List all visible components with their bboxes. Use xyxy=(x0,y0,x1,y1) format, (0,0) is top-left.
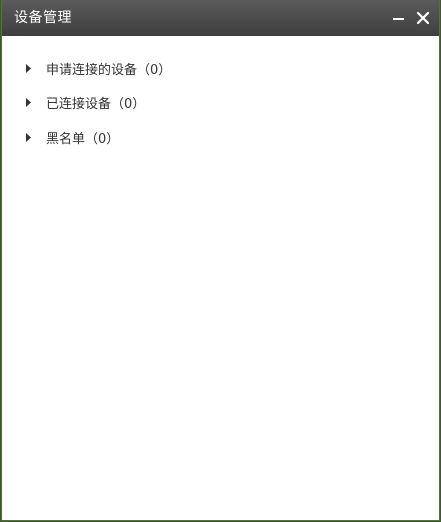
tree-item-connected-devices[interactable]: 已连接设备（0） xyxy=(26,92,145,112)
minimize-icon xyxy=(393,18,404,20)
close-button[interactable] xyxy=(413,8,433,28)
tree-item-label: 申请连接的设备（0） xyxy=(46,62,172,78)
tree-item-pending-devices[interactable]: 申请连接的设备（0） xyxy=(26,58,171,78)
title-bar[interactable]: 设备管理 xyxy=(2,0,439,36)
minimize-button[interactable] xyxy=(389,8,409,28)
tree-item-label: 黑名单（0） xyxy=(46,131,120,147)
close-icon xyxy=(416,11,430,25)
tree-item-blacklist[interactable]: 黑名单（0） xyxy=(26,127,119,147)
tree-item-label: 已连接设备（0） xyxy=(46,96,146,112)
caret-right-icon[interactable] xyxy=(26,58,36,78)
caret-right-icon[interactable] xyxy=(26,92,36,112)
device-manager-window: 设备管理 申请连接的设备（0） 已连接设备（0） 黑名单（0） xyxy=(1,0,440,521)
caret-right-icon[interactable] xyxy=(26,127,36,147)
window-title: 设备管理 xyxy=(14,10,72,26)
